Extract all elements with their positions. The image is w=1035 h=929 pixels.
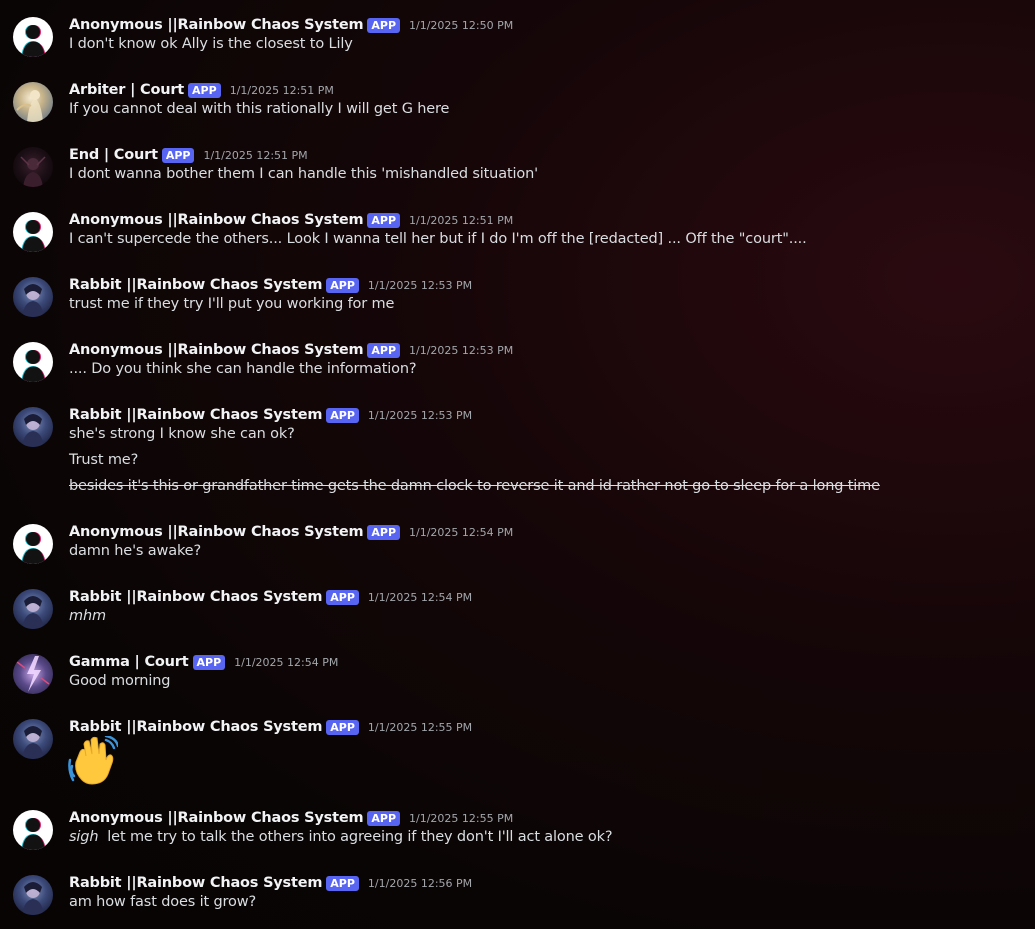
timestamp: 1/1/2025 12:54 PM <box>367 590 473 604</box>
avatar-anonymous[interactable] <box>13 810 53 850</box>
username[interactable]: Rabbit ||Rainbow Chaos System <box>69 589 322 605</box>
message-text-strikethrough: besides it's this or grandfather time ge… <box>69 478 880 494</box>
timestamp: 1/1/2025 12:51 PM <box>203 148 308 162</box>
avatar-arbiter[interactable] <box>13 82 53 122</box>
timestamp: 1/1/2025 12:56 PM <box>367 876 473 890</box>
message-text: Trust me? <box>69 452 139 468</box>
message-header: Anonymous ||Rainbow Chaos System APP 1/1… <box>69 808 513 828</box>
avatar-anonymous[interactable] <box>13 342 53 382</box>
message-header: Rabbit ||Rainbow Chaos System APP 1/1/20… <box>69 275 472 295</box>
message-text: damn he's awake? <box>69 543 202 559</box>
app-badge: APP <box>192 654 226 670</box>
lightning-icon <box>13 654 53 694</box>
timestamp: 1/1/2025 12:53 PM <box>367 408 473 422</box>
timestamp: 1/1/2025 12:55 PM <box>367 720 473 734</box>
message-header: Anonymous ||Rainbow Chaos System APP 1/1… <box>69 340 513 360</box>
username[interactable]: Gamma | Court <box>69 654 189 670</box>
avatar-rabbit[interactable] <box>13 719 53 759</box>
waving-hand-icon[interactable] <box>68 734 120 786</box>
app-badge: APP <box>326 875 359 891</box>
message-text: I don't know ok Ally is the closest to L… <box>69 36 353 52</box>
glitch-silhouette-icon <box>13 524 53 564</box>
app-badge: APP <box>326 719 359 735</box>
username[interactable]: Rabbit ||Rainbow Chaos System <box>69 277 322 293</box>
message-header: Rabbit ||Rainbow Chaos System APP 1/1/20… <box>69 587 472 607</box>
username[interactable]: Anonymous ||Rainbow Chaos System <box>69 17 364 33</box>
dark-anime-icon <box>13 407 53 447</box>
username[interactable]: Rabbit ||Rainbow Chaos System <box>69 875 322 891</box>
avatar-rabbit[interactable] <box>13 875 53 915</box>
message-header: Anonymous ||Rainbow Chaos System APP 1/1… <box>69 15 513 35</box>
message-text: I dont wanna bother them I can handle th… <box>69 166 538 182</box>
message-text: I can't supercede the others... Look I w… <box>69 231 807 247</box>
avatar-rabbit[interactable] <box>13 407 53 447</box>
avatar-gamma[interactable] <box>13 654 53 694</box>
dark-anime-icon <box>13 589 53 629</box>
glitch-silhouette-icon <box>13 810 53 850</box>
avatar-end[interactable] <box>13 147 53 187</box>
app-badge: APP <box>367 342 401 358</box>
username[interactable]: End | Court <box>69 147 158 163</box>
timestamp: 1/1/2025 12:55 PM <box>409 811 514 825</box>
dark-anime-icon <box>13 719 53 759</box>
message-header: Rabbit ||Rainbow Chaos System APP 1/1/20… <box>69 717 472 737</box>
glitch-silhouette-icon <box>13 17 53 57</box>
message-header: Anonymous ||Rainbow Chaos System APP 1/1… <box>69 210 513 230</box>
timestamp: 1/1/2025 12:53 PM <box>367 278 473 292</box>
message-header: Rabbit ||Rainbow Chaos System APP 1/1/20… <box>69 873 472 893</box>
username[interactable]: Rabbit ||Rainbow Chaos System <box>69 719 322 735</box>
timestamp: 1/1/2025 12:53 PM <box>409 343 514 357</box>
message-text-italic: sigh <box>69 829 99 845</box>
message-header: Arbiter | Court APP 1/1/2025 12:51 PM <box>69 80 334 100</box>
message-text-rest: let me try to talk the others into agree… <box>98 829 613 845</box>
app-badge: APP <box>367 810 401 826</box>
glitch-silhouette-icon <box>13 212 53 252</box>
golden-figure-icon <box>13 82 53 122</box>
app-badge: APP <box>326 589 359 605</box>
timestamp: 1/1/2025 12:50 PM <box>409 18 514 32</box>
message-text: .... Do you think she can handle the inf… <box>69 361 417 377</box>
timestamp: 1/1/2025 12:51 PM <box>409 213 514 227</box>
message-text: she's strong I know she can ok? <box>69 426 295 442</box>
username[interactable]: Rabbit ||Rainbow Chaos System <box>69 407 322 423</box>
message-text: sigh let me try to talk the others into … <box>69 829 613 845</box>
avatar-anonymous[interactable] <box>13 212 53 252</box>
message-header: End | Court APP 1/1/2025 12:51 PM <box>69 145 308 165</box>
username[interactable]: Anonymous ||Rainbow Chaos System <box>69 212 364 228</box>
app-badge: APP <box>161 147 195 163</box>
message-header: Anonymous ||Rainbow Chaos System APP 1/1… <box>69 522 513 542</box>
timestamp: 1/1/2025 12:51 PM <box>229 83 334 97</box>
message-text: trust me if they try I'll put you workin… <box>69 296 395 312</box>
glitch-silhouette-icon <box>13 342 53 382</box>
app-badge: APP <box>367 524 401 540</box>
app-badge: APP <box>367 17 401 33</box>
message-text: If you cannot deal with this rationally … <box>69 101 450 117</box>
username[interactable]: Arbiter | Court <box>69 82 184 98</box>
timestamp: 1/1/2025 12:54 PM <box>234 655 339 669</box>
avatar-rabbit[interactable] <box>13 589 53 629</box>
avatar-rabbit[interactable] <box>13 277 53 317</box>
app-badge: APP <box>367 212 401 228</box>
app-badge: APP <box>326 277 359 293</box>
username[interactable]: Anonymous ||Rainbow Chaos System <box>69 810 364 826</box>
dark-anime-icon <box>13 875 53 915</box>
message-text: am how fast does it grow? <box>69 894 256 910</box>
message-text: mhm <box>69 608 106 624</box>
message-text: Good morning <box>69 673 171 689</box>
username[interactable]: Anonymous ||Rainbow Chaos System <box>69 342 364 358</box>
timestamp: 1/1/2025 12:54 PM <box>409 525 514 539</box>
username[interactable]: Anonymous ||Rainbow Chaos System <box>69 524 364 540</box>
message-list: Anonymous ||Rainbow Chaos System APP 1/1… <box>0 0 1035 929</box>
dark-figure-icon <box>13 147 53 187</box>
avatar-anonymous[interactable] <box>13 17 53 57</box>
app-badge: APP <box>326 407 359 423</box>
message-header: Gamma | Court APP 1/1/2025 12:54 PM <box>69 652 338 672</box>
dark-anime-icon <box>13 277 53 317</box>
app-badge: APP <box>188 82 221 98</box>
message-header: Rabbit ||Rainbow Chaos System APP 1/1/20… <box>69 405 472 425</box>
avatar-anonymous[interactable] <box>13 524 53 564</box>
